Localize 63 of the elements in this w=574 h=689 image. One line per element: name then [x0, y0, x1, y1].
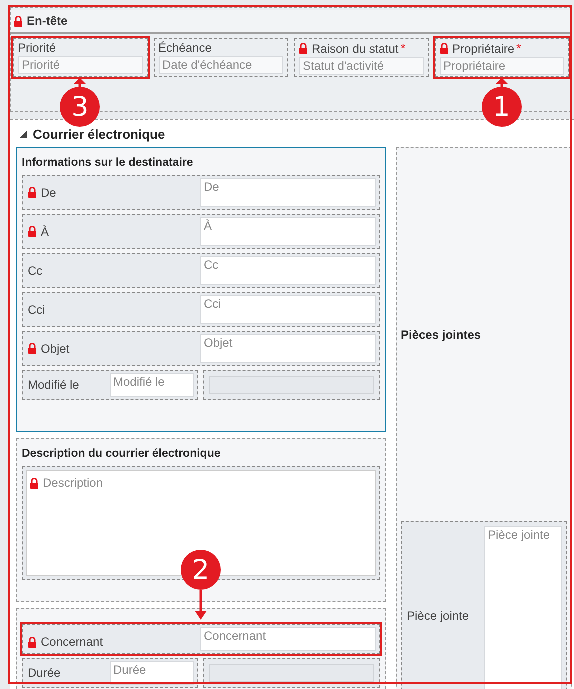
- form-field[interactable]: À À: [22, 214, 380, 249]
- header-field[interactable]: Priorité Priorité: [13, 38, 148, 77]
- lock-icon: [14, 16, 23, 26]
- field-label: Propriétaire*: [440, 41, 564, 56]
- lock-icon: [28, 636, 37, 648]
- lock-icon: [30, 478, 39, 489]
- input-field[interactable]: Date d'échéance: [158, 56, 283, 74]
- field-label: Concernant: [28, 635, 104, 649]
- callout-badge: 3: [60, 87, 100, 127]
- input-field[interactable]: Objet: [200, 334, 376, 363]
- callout-arrow: [496, 78, 508, 88]
- section-title: Pièces jointes: [401, 328, 482, 342]
- field-label: Objet: [28, 342, 70, 356]
- field-label: Priorité: [18, 41, 58, 55]
- tab-title: Courrier électronique: [33, 127, 166, 142]
- required-mark: *: [516, 41, 522, 56]
- form-field[interactable]: De De: [22, 175, 380, 210]
- field-label: Raison du statut*: [299, 41, 424, 56]
- field-label: À: [28, 224, 50, 238]
- header-field[interactable]: Raison du statut* Statut d'activité: [294, 38, 428, 77]
- field-label: De: [28, 186, 56, 200]
- lock-icon: [28, 187, 37, 198]
- input-field[interactable]: Cc: [200, 256, 376, 285]
- callout-arrow: [74, 78, 86, 88]
- input-field[interactable]: À: [200, 217, 376, 246]
- form-field[interactable]: Pièce jointe Pièce jointe: [401, 521, 567, 689]
- input-field[interactable]: Statut d'activité: [299, 57, 424, 75]
- input-field[interactable]: Priorité: [18, 56, 142, 74]
- form-field[interactable]: Modifié le Modifié le: [22, 370, 198, 400]
- lock-icon: [440, 43, 448, 54]
- required-mark: *: [400, 41, 406, 56]
- expand-icon[interactable]: [20, 131, 27, 138]
- form-section[interactable]: Concernant Concernant Durée Durée: [16, 608, 386, 689]
- input-field[interactable]: Durée: [110, 661, 194, 685]
- field-label: Cci: [28, 302, 46, 316]
- callout-arrow: [195, 590, 207, 620]
- field-label: Modifié le: [28, 378, 80, 392]
- section-title: Informations sur le destinataire: [21, 156, 194, 171]
- form-field[interactable]: Cc Cc: [22, 253, 380, 288]
- form-field[interactable]: Concernant Concernant: [22, 624, 380, 654]
- lock-icon: [28, 343, 37, 354]
- form-field[interactable]: Objet Objet: [22, 331, 380, 366]
- form-field[interactable]: Cci Cci: [22, 292, 380, 327]
- input-field[interactable]: Concernant: [200, 627, 376, 651]
- input-field[interactable]: Propriétaire: [440, 57, 564, 75]
- form-section[interactable]: Informations sur le destinataire De De À À Cc Cc Cci Cci Objet Objet Modifié le Modifié le: [16, 147, 386, 432]
- input-field[interactable]: De: [200, 178, 376, 207]
- input-field[interactable]: Modifié le: [110, 373, 194, 397]
- header-field[interactable]: Propriétaire* Propriétaire: [434, 38, 569, 77]
- field-label: Échéance: [158, 41, 213, 55]
- section-title: Description du courrier électronique: [21, 447, 222, 462]
- placeholder-text: Description: [43, 476, 104, 490]
- callout-badge: 1: [482, 87, 522, 127]
- field-label: Cc: [28, 264, 43, 278]
- form-field[interactable]: Durée Durée: [22, 658, 198, 688]
- lock-icon: [28, 226, 37, 237]
- header-field[interactable]: Échéance Date d'échéance: [154, 38, 288, 77]
- field-label: Durée: [28, 666, 61, 680]
- field-label: Pièce jointe: [407, 608, 470, 622]
- input-field[interactable]: Pièce jointe: [484, 526, 562, 689]
- input-field[interactable]: Cci: [200, 295, 376, 324]
- section-title: En-tête: [27, 14, 68, 28]
- lock-icon: [299, 43, 308, 54]
